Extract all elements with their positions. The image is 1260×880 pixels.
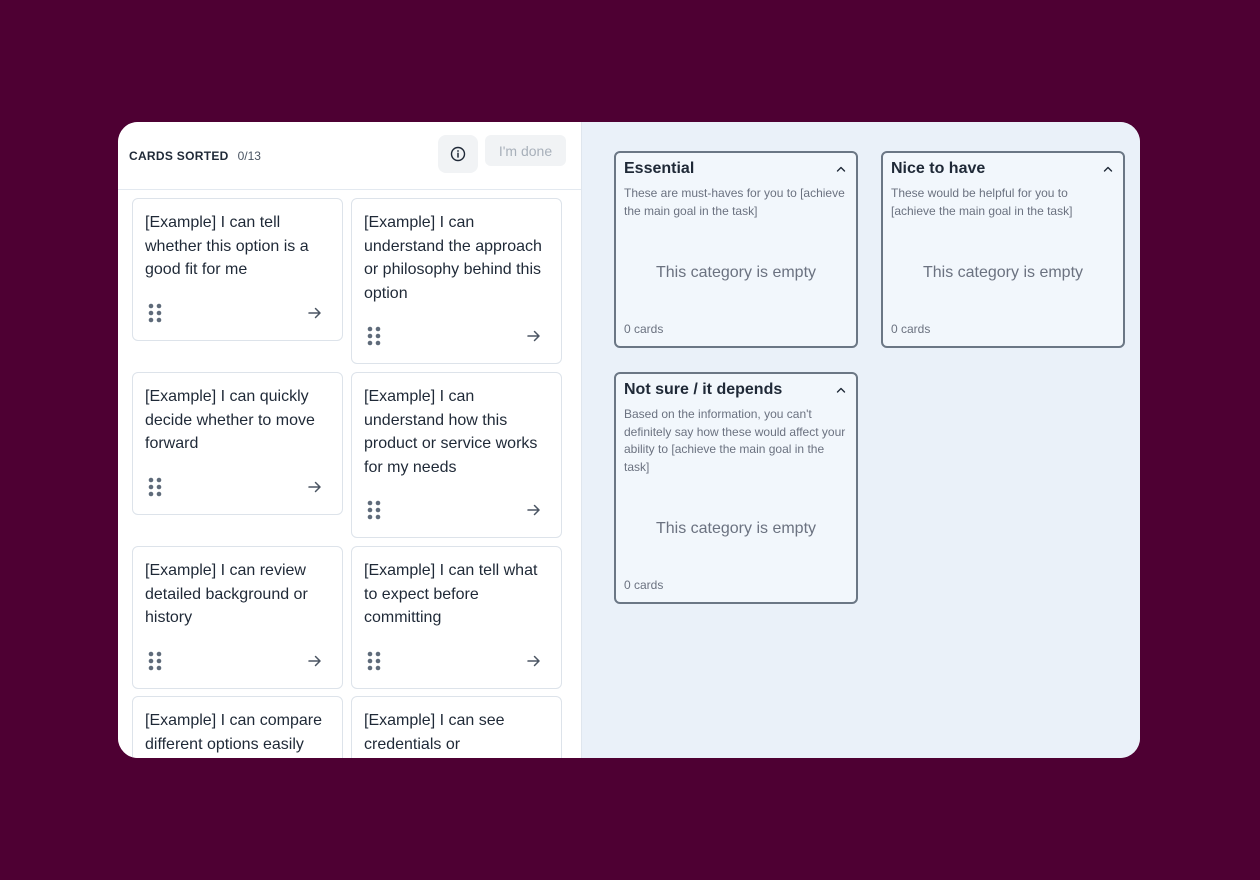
card[interactable]: [Example] I can see credentials or — [351, 696, 562, 758]
category-card-count: 0 cards — [624, 322, 664, 336]
chevron-up-icon[interactable] — [836, 386, 846, 394]
category-empty-text: This category is empty — [655, 520, 817, 537]
card[interactable]: [Example] I can review detailed backgrou… — [132, 546, 343, 689]
card-text: [Example] I can quickly decide whether t… — [145, 388, 315, 452]
drag-handle-icon[interactable] — [148, 651, 162, 671]
category-nice-to-have[interactable]: Nice to have These would be helpful for … — [881, 151, 1125, 348]
card-text: [Example] I can compare different option… — [145, 712, 322, 753]
cards-header: CARDS SORTED 0/13 I'm done — [118, 122, 581, 190]
category-title: Nice to have — [891, 160, 986, 177]
arrow-right-icon[interactable] — [307, 479, 323, 495]
card[interactable]: [Example] I can understand how this prod… — [351, 372, 562, 538]
card-text: [Example] I can understand the approach … — [364, 214, 542, 302]
drag-handle-icon[interactable] — [148, 303, 162, 323]
category-card-count: 0 cards — [891, 322, 931, 336]
category-empty-text: This category is empty — [655, 264, 817, 281]
cards-panel: CARDS SORTED 0/13 I'm done [Example] I c… — [118, 122, 582, 758]
info-icon — [450, 146, 466, 162]
card-sort-window: CARDS SORTED 0/13 I'm done [Example] I c… — [118, 122, 1140, 758]
category-description: These would be helpful for you to [achie… — [891, 186, 1073, 218]
card-text: [Example] I can review detailed backgrou… — [145, 562, 308, 626]
info-button[interactable] — [438, 135, 478, 173]
category-essential[interactable]: Essential These are must-haves for you t… — [614, 151, 858, 348]
card-text: [Example] I can tell what to expect befo… — [364, 562, 538, 626]
category-description: Based on the information, you can't defi… — [624, 407, 846, 474]
category-description: These are must-haves for you to [achieve… — [624, 186, 845, 218]
arrow-right-icon[interactable] — [526, 502, 542, 518]
category-not-sure[interactable]: Not sure / it depends Based on the infor… — [614, 372, 858, 604]
category-card-count: 0 cards — [624, 578, 664, 592]
card[interactable]: [Example] I can tell whether this option… — [132, 198, 343, 341]
card[interactable]: [Example] I can quickly decide whether t… — [132, 372, 343, 515]
card-text: [Example] I can tell whether this option… — [145, 214, 309, 278]
done-button[interactable]: I'm done — [485, 135, 566, 166]
cards-sorted-label: CARDS SORTED — [129, 148, 229, 163]
chevron-up-icon[interactable] — [1103, 165, 1113, 173]
drag-handle-icon[interactable] — [367, 651, 381, 671]
arrow-right-icon[interactable] — [307, 305, 323, 321]
card[interactable]: [Example] I can understand the approach … — [351, 198, 562, 364]
card-text: [Example] I can understand how this prod… — [364, 388, 538, 476]
card[interactable]: [Example] I can tell what to expect befo… — [351, 546, 562, 689]
categories-panel: Essential These are must-haves for you t… — [582, 122, 1140, 758]
card[interactable]: [Example] I can compare different option… — [132, 696, 343, 758]
drag-handle-icon[interactable] — [148, 477, 162, 497]
arrow-right-icon[interactable] — [526, 328, 542, 344]
drag-handle-icon[interactable] — [367, 326, 381, 346]
category-empty-text: This category is empty — [922, 264, 1084, 281]
category-title: Essential — [624, 160, 695, 177]
arrow-right-icon[interactable] — [526, 653, 542, 669]
cards-sorted-count: 0/13 — [237, 148, 261, 163]
chevron-up-icon[interactable] — [836, 165, 846, 173]
category-title: Not sure / it depends — [624, 381, 783, 398]
arrow-right-icon[interactable] — [307, 653, 323, 669]
drag-handle-icon[interactable] — [367, 500, 381, 520]
card-text: [Example] I can see credentials or — [364, 712, 505, 753]
